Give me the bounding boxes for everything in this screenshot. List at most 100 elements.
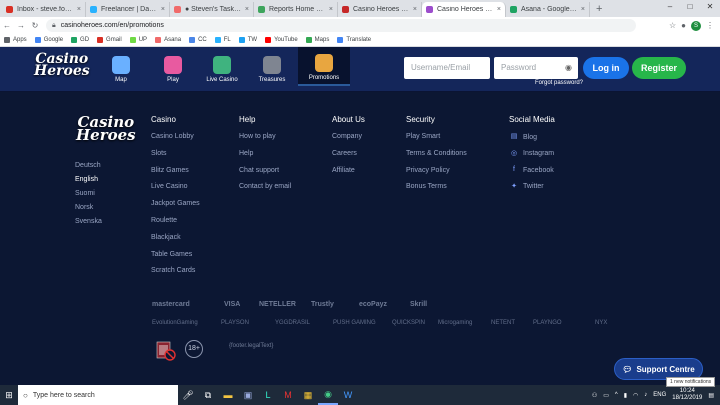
browser-tab[interactable]: Reports Home Page× [254,2,338,17]
bookmark-item[interactable]: GD [71,37,89,43]
footer-link[interactable]: How to play [239,133,276,140]
close-icon[interactable]: ✕ [700,0,720,14]
task-view-icon[interactable]: ⧉ [198,385,218,405]
language-link[interactable]: Deutsch [75,162,101,169]
wifi-icon[interactable]: ◠ [633,392,638,399]
windows-start-icon[interactable]: ⊞ [0,390,18,401]
bookmark-item[interactable]: CC [189,37,207,43]
login-button[interactable]: Log in [583,57,629,79]
star-icon[interactable]: ☆ [669,21,676,30]
browser-tab[interactable]: Casino Heroes (2019) ...× [338,2,422,17]
word-icon[interactable]: W [338,385,358,405]
site-logo[interactable]: Casino Heroes [34,52,90,78]
nav-item-map[interactable]: Map [95,47,147,86]
photos-icon[interactable]: ▦ [298,385,318,405]
battery-icon[interactable]: ▮ [624,392,627,399]
url-field[interactable]: 🔒︎ casinoheroes.com/en/promotions [46,19,636,32]
tab-close-icon[interactable]: × [77,6,81,13]
username-input[interactable]: Username/Email [404,57,490,79]
back-icon[interactable]: ← [0,21,14,30]
social-link-facebook[interactable]: f Facebook [510,166,554,174]
tab-close-icon[interactable]: × [329,6,333,13]
bookmark-label: CC [198,37,207,43]
volume-icon[interactable]: ♪ [644,392,647,398]
footer-link[interactable]: Table Games [151,251,192,258]
bookmark-item[interactable]: Maps [305,37,329,43]
nav-item-treasures[interactable]: Treasures [246,47,298,86]
action-center-icon[interactable]: ▤ [708,392,714,399]
forward-icon[interactable]: → [14,21,28,30]
reload-icon[interactable]: ↻ [28,21,42,30]
browser-tab[interactable]: ● Steven's Tasks - Affi...× [170,2,254,17]
bookmark-item[interactable]: Gmail [97,37,122,43]
nav-item-promotions[interactable]: Promotions [298,47,350,86]
footer-link[interactable]: Terms & Conditions [406,150,467,157]
footer-link[interactable]: Affiliate [332,167,355,174]
password-input[interactable]: Password ◉ [494,57,578,79]
footer-link[interactable]: Slots [151,150,167,157]
social-link-twitter[interactable]: ✦ Twitter [510,183,544,191]
bookmark-item[interactable]: Apps [4,37,27,43]
footer-link[interactable]: Company [332,133,362,140]
footer-link[interactable]: Blitz Games [151,167,189,174]
bookmark-item[interactable]: UP [129,37,147,43]
profile-avatar[interactable]: S [691,20,701,31]
microphone-icon[interactable]: 🎤︎ [178,385,198,405]
people-icon[interactable]: ⚇ [592,392,597,399]
bookmark-item[interactable]: Translate [337,37,371,43]
tab-close-icon[interactable]: × [497,6,501,13]
footer-link[interactable]: Play Smart [406,133,440,140]
bookmark-item[interactable]: FL [214,37,231,43]
chevron-up-icon[interactable]: ^ [615,392,618,398]
browser-tab[interactable]: Asana - Google Drive× [506,2,590,17]
language-link[interactable]: English [75,176,98,183]
footer-link[interactable]: Help [239,150,253,157]
minimize-icon[interactable]: – [660,0,680,14]
file-explorer-icon[interactable]: ▬ [218,385,238,405]
browser-tab[interactable]: Inbox - steve.ford.812@...× [2,2,86,17]
taskbar-search[interactable]: ○ Type here to search [18,385,178,405]
tab-close-icon[interactable]: × [161,6,165,13]
network-icon[interactable]: ▭ [603,392,609,399]
language-link[interactable]: Suomi [75,190,95,197]
nav-item-live-casino[interactable]: Live Casino [196,47,248,86]
footer-link[interactable]: Scratch Cards [151,267,195,274]
bookmark-item[interactable]: Asana [155,37,181,43]
menu-icon[interactable]: ⋮ [706,21,714,30]
language-link[interactable]: Norsk [75,204,93,211]
store-icon[interactable]: ▣ [238,385,258,405]
tab-close-icon[interactable]: × [245,6,249,13]
tab-close-icon[interactable]: × [413,6,417,13]
footer-link[interactable]: Roulette [151,217,177,224]
new-tab-button[interactable]: + [590,2,608,17]
tab-close-icon[interactable]: × [581,6,585,13]
maximize-icon[interactable]: □ [680,0,700,14]
mcafee-icon[interactable]: M [278,385,298,405]
chrome-icon[interactable]: ◉ [318,385,338,405]
nav-item-play[interactable]: Play [147,47,199,86]
social-link-instagram[interactable]: ◎ Instagram [510,150,554,158]
footer-link[interactable]: Casino Lobby [151,133,194,140]
browser-tab[interactable]: Casino Heroes - Prom...× [422,2,506,17]
bookmark-item[interactable]: YouTube [265,37,298,43]
footer-link[interactable]: Bonus Terms [406,183,447,190]
clock[interactable]: 10:24 18/12/2019 [672,388,702,401]
footer-link[interactable]: Jackpot Games [151,200,200,207]
social-link-blog[interactable]: ▤ Blog [510,133,537,141]
app-l-icon[interactable]: L [258,385,278,405]
footer-link[interactable]: Careers [332,150,357,157]
extension-icon[interactable]: ● [681,21,686,30]
language-link[interactable]: Svenska [75,218,102,225]
footer-link[interactable]: Privacy Policy [406,167,450,174]
bookmark-item[interactable]: Google [34,37,63,43]
footer-link[interactable]: Contact by email [239,183,291,190]
browser-tab[interactable]: Freelancer | Dashboard× [86,2,170,17]
footer-link[interactable]: Blackjack [151,234,181,241]
register-button[interactable]: Register [632,57,686,79]
forgot-password-link[interactable]: Forgot password? [535,80,583,86]
footer-link[interactable]: Chat support [239,167,279,174]
bookmark-item[interactable]: TW [238,37,257,43]
footer-link[interactable]: Live Casino [151,183,188,190]
language-indicator[interactable]: ENG [653,392,666,398]
eye-icon[interactable]: ◉ [565,57,572,79]
